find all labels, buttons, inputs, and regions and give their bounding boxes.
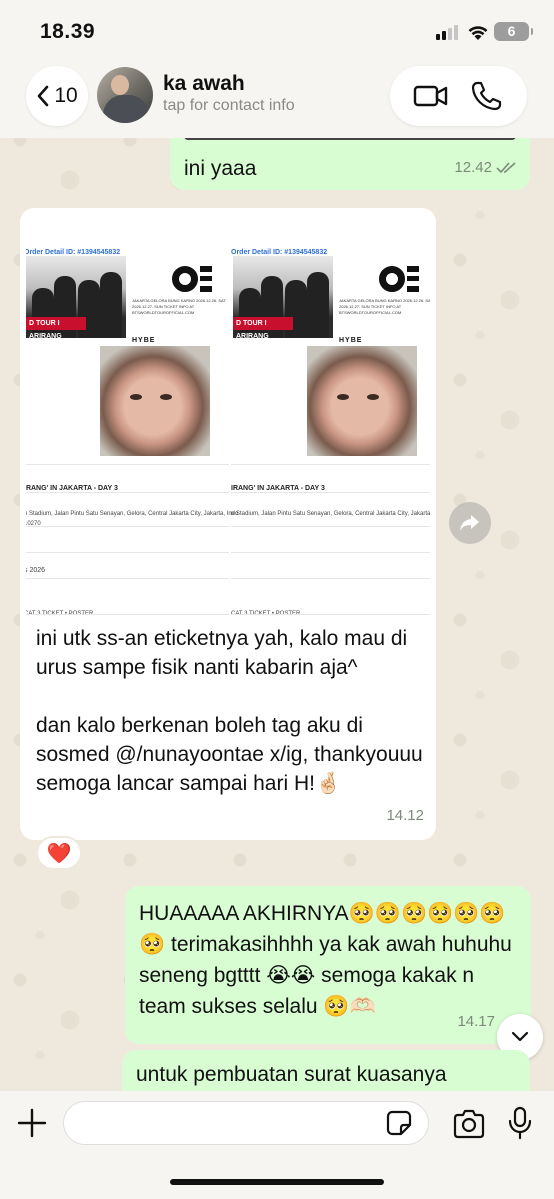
event-address: n Stadium, Jalan Pintu Satu Senayan, Gel… [231, 511, 430, 517]
status-bar: 18.39 6 [0, 0, 554, 60]
tour-logo-icon [172, 266, 212, 302]
eticket-screenshot-image[interactable]: Order Detail ID: #1394545832 D TOUR I AR… [26, 216, 430, 620]
plus-icon[interactable] [16, 1107, 48, 1139]
wifi-icon [468, 26, 488, 40]
cellular-signal-icon [436, 24, 458, 40]
unread-count: 10 [54, 84, 78, 107]
message-input[interactable] [63, 1101, 429, 1145]
composer-bar [0, 1091, 554, 1199]
message-meta: 12.42 [454, 153, 516, 182]
battery-indicator: 6 [494, 22, 533, 41]
message-time: 14.17 [457, 1013, 495, 1030]
contact-name[interactable]: ka awah [163, 72, 245, 96]
heart-reaction: ❤️ [46, 841, 72, 865]
ticket-type: CAT 3 TICKET • POSTER [26, 600, 93, 620]
tour-poster: D TOUR I ARIRANG [26, 256, 126, 340]
forward-button[interactable] [449, 502, 491, 544]
event-date: s 2026 [26, 567, 46, 574]
event-title: IRANG' IN JAKARTA - DAY 3 [231, 485, 325, 492]
chevron-left-icon [38, 85, 49, 107]
back-button[interactable]: 10 [26, 66, 88, 126]
crying-kid-photo [307, 346, 417, 456]
read-receipt-icon [496, 161, 516, 173]
venue-text: JAKARTA GELORA BUNG KARNO 2026.12.26. SA… [132, 298, 226, 315]
contact-info-hint[interactable]: tap for contact info [163, 97, 295, 115]
venue-text: JAKARTA GELORA BUNG KARNO 2026.12.26. SA… [339, 298, 430, 315]
sticker-icon[interactable] [386, 1110, 412, 1136]
status-time: 18.39 [40, 20, 96, 43]
video-camera-icon[interactable] [413, 80, 449, 112]
poster-banner: D TOUR I ARIRANG [233, 317, 293, 340]
chat-header: 10 ka awah tap for contact info [0, 60, 554, 138]
poster-banner: D TOUR I ARIRANG [26, 317, 86, 340]
reaction-badge[interactable]: ❤️ [36, 836, 82, 870]
message-text: untuk pembuatan surat kuasanya [136, 1063, 447, 1086]
contact-avatar[interactable] [97, 67, 153, 123]
eticket-copy-left: Order Detail ID: #1394545832 D TOUR I AR… [26, 216, 238, 620]
message-time: 12.42 [454, 159, 492, 176]
phone-icon[interactable] [468, 80, 504, 112]
message-bubble-incoming[interactable]: Order Detail ID: #1394545832 D TOUR I AR… [20, 208, 436, 840]
tour-logo-icon [379, 266, 419, 302]
forward-arrow-icon [460, 515, 479, 531]
event-address: n Stadium, Jalan Pintu Satu Senayan, Gel… [26, 511, 239, 517]
message-time: 14.12 [386, 807, 424, 824]
message-text: HUAAAAA AKHIRNYA🥺🥺🥺🥺🥺🥺🥺 terimakasihhhh y… [139, 902, 512, 1018]
tour-poster: D TOUR I ARIRANG [233, 256, 333, 340]
message-bubble-outgoing[interactable]: HUAAAAA AKHIRNYA🥺🥺🥺🥺🥺🥺🥺 terimakasihhhh y… [125, 886, 531, 1044]
event-title: IRANG' IN JAKARTA - DAY 3 [26, 485, 118, 492]
message-text: ini yaaa [184, 157, 257, 180]
event-postal: 10270 [26, 521, 41, 527]
microphone-icon[interactable] [506, 1106, 534, 1140]
eticket-copy-right: Order Detail ID: #1394545832 D TOUR I AR… [231, 216, 430, 620]
message-text: ini utk ss-an eticketnya yah, kalo mau d… [36, 627, 423, 795]
chevron-down-icon [511, 1031, 529, 1042]
message-meta: 14.17 [457, 1007, 495, 1036]
ticket-type: CAT 3 TICKET • POSTER [231, 600, 300, 620]
camera-icon[interactable] [452, 1109, 486, 1139]
message-meta: 14.12 [386, 801, 424, 830]
call-actions [390, 66, 527, 126]
crying-kid-photo [100, 346, 210, 456]
home-indicator [170, 1179, 384, 1185]
